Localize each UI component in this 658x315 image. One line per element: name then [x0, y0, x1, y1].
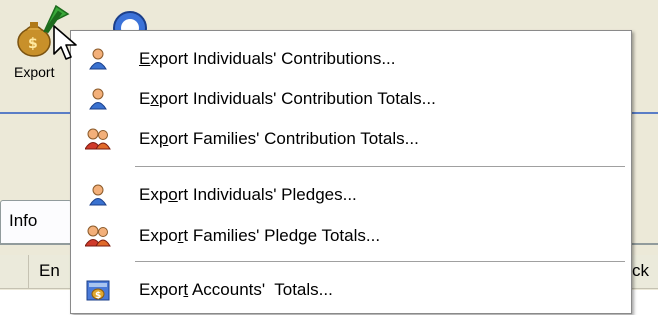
menu-item-export-individuals-pledges[interactable]: Export Individuals' Pledges... — [71, 175, 631, 215]
grid-column-header-label: En — [39, 261, 60, 280]
svg-text:$: $ — [28, 36, 38, 52]
menu-label-pre: Exp — [139, 185, 169, 204]
tab-info-label: Info — [9, 211, 38, 230]
person-icon — [71, 39, 125, 79]
person-icon — [71, 175, 125, 215]
menu-label-post: t Families' Pledge Totals... — [183, 226, 381, 245]
tab-info[interactable]: Info — [0, 200, 72, 244]
menu-label-post: port Individuals' Contribution Totals... — [158, 89, 436, 108]
menu-separator — [135, 261, 625, 262]
svg-text:$: $ — [95, 291, 101, 301]
menu-item-export-individuals-contribution-totals[interactable]: Export Individuals' Contribution Totals.… — [71, 79, 631, 119]
grid-column-header-label: ck — [632, 261, 649, 280]
menu-item-export-accounts-totals[interactable]: $ Export Accounts' Totals... — [71, 270, 631, 310]
export-context-menu: Export Individuals' Contributions... Exp… — [70, 30, 632, 314]
menu-label-pre: Expor — [139, 280, 184, 299]
export-label: Export — [14, 64, 55, 80]
menu-label-post: ort Families' Contribution Totals... — [168, 129, 419, 148]
menu-label-pre: Ex — [139, 129, 159, 148]
menu-item-export-individuals-contributions[interactable]: Export Individuals' Contributions... — [71, 39, 631, 79]
menu-label-accel: o — [168, 185, 178, 204]
menu-label-accel: E — [139, 49, 151, 68]
menu-label-post: rt Individuals' Pledges... — [177, 185, 357, 204]
menu-label-pre: Expo — [139, 226, 178, 245]
mouse-cursor-icon — [53, 25, 77, 60]
menu-label-accel: x — [150, 89, 159, 108]
family-icon — [71, 119, 125, 159]
menu-item-export-families-pledge-totals[interactable]: Export Families' Pledge Totals... — [71, 216, 631, 256]
person-icon — [71, 79, 125, 119]
family-icon — [71, 216, 125, 256]
menu-label-post: Accounts' Totals... — [188, 280, 333, 299]
menu-separator — [135, 166, 625, 167]
menu-label-pre: E — [139, 89, 151, 108]
menu-item-export-families-contribution-totals[interactable]: Export Families' Contribution Totals... — [71, 119, 631, 159]
accounts-icon: $ — [71, 270, 125, 310]
menu-label-accel: p — [158, 129, 169, 148]
menu-label-post: xport Individuals' Contributions... — [150, 49, 396, 68]
